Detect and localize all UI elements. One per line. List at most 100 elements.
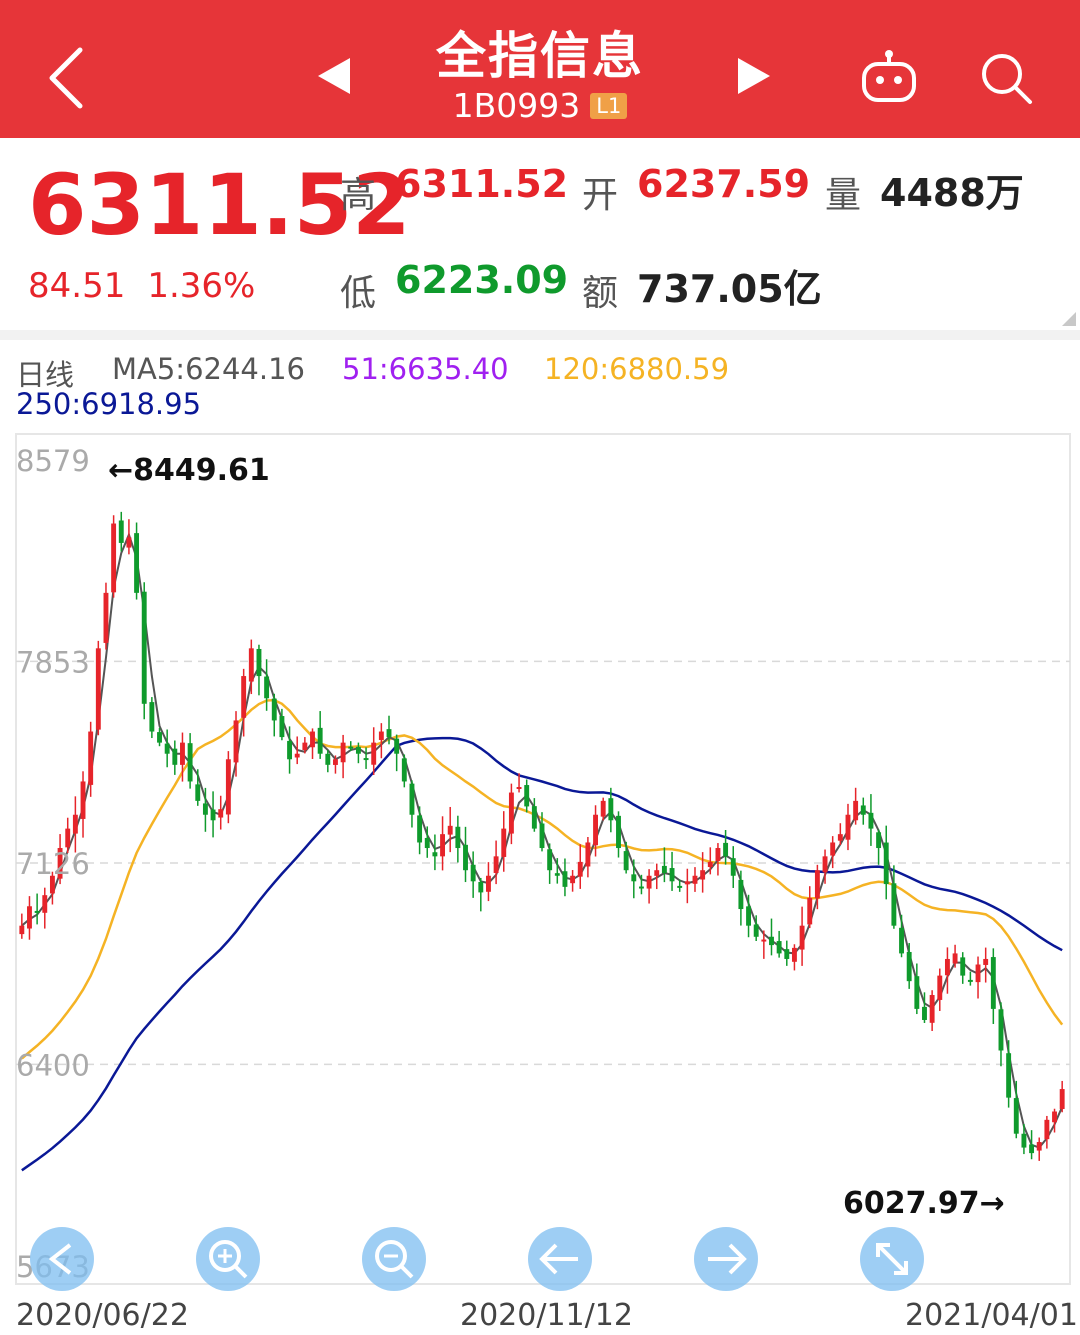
candle-body (225, 759, 231, 815)
low-value: 6223.09 (395, 258, 569, 302)
x-tick-end: 2021/04/01 (905, 1298, 1078, 1333)
scroll-right-button[interactable] (694, 1227, 758, 1291)
candle-body (1052, 1111, 1057, 1123)
open-label: 开 (582, 175, 619, 216)
x-tick-start: 2020/06/22 (16, 1298, 189, 1333)
candle-body (325, 753, 331, 765)
index-code-text: 1B0993 (452, 86, 581, 125)
candle-body (294, 753, 300, 758)
candle-body (363, 758, 369, 761)
candle-body (508, 792, 514, 834)
price-change: 84.51 1.36% (28, 266, 277, 306)
candle-body (990, 957, 996, 1009)
candle-body (669, 868, 675, 882)
candle-body (386, 729, 392, 738)
candle-body (814, 870, 820, 899)
search-icon[interactable] (978, 50, 1034, 106)
candle-body (118, 520, 124, 543)
candle-body (661, 865, 667, 873)
candle-body (1013, 1098, 1019, 1134)
high-label: 高 (340, 175, 377, 216)
zoom-out-icon (375, 1240, 414, 1279)
collapse-button[interactable] (30, 1227, 94, 1291)
candle-body (700, 870, 706, 880)
amount-value: 737.05亿 (637, 267, 822, 311)
scroll-left-button[interactable] (528, 1227, 592, 1291)
candle-body (417, 815, 423, 843)
candle-body (952, 953, 958, 964)
open-value: 6237.59 (637, 162, 811, 206)
zoom-out-button[interactable] (362, 1227, 426, 1291)
candle-body (677, 885, 683, 888)
collapse-icon (48, 1243, 72, 1275)
low-label: 低 (340, 273, 377, 314)
candle-body (348, 746, 354, 749)
candle-body (715, 848, 721, 861)
ma51-label: 51:6635.40 (342, 352, 509, 386)
candle-body (264, 676, 270, 699)
candle-body (80, 781, 86, 819)
candle-body (707, 861, 713, 867)
candle-body (103, 592, 109, 643)
candle-body (447, 825, 453, 835)
candle-body (868, 812, 874, 829)
candle-body (593, 814, 598, 846)
candle-body (608, 798, 614, 821)
candle-body (394, 738, 400, 754)
next-triangle-icon[interactable] (736, 58, 770, 94)
candle-body (600, 800, 606, 817)
candle-body (27, 906, 32, 929)
candle-body (769, 936, 774, 946)
zoom-in-button[interactable] (196, 1227, 260, 1291)
robot-icon[interactable] (858, 50, 920, 106)
candle-body (983, 958, 989, 965)
fullscreen-button[interactable] (860, 1227, 924, 1291)
candle-body (95, 648, 101, 730)
candle-body (271, 698, 277, 721)
change-percent: 1.36% (147, 266, 256, 306)
candle-body (638, 886, 644, 889)
candle-body (241, 676, 247, 718)
candle-body (746, 906, 751, 926)
candle-body (524, 785, 530, 807)
candle-body (19, 925, 25, 935)
candle-body (723, 842, 729, 857)
y-tick-label: 7126 (16, 847, 90, 881)
zoom-in-icon (209, 1240, 248, 1279)
candle-body (830, 842, 836, 856)
candle-body (72, 814, 78, 834)
candle-body (88, 731, 94, 785)
candle-body (310, 731, 315, 748)
candle-body (34, 910, 40, 913)
y-tick-label: 8579 (16, 444, 90, 478)
candle-body (1044, 1119, 1050, 1140)
candle-body (440, 834, 446, 857)
candle-body (631, 874, 637, 882)
candle-body (776, 941, 782, 954)
chart-frame (15, 433, 1071, 1285)
candle-body (738, 879, 744, 910)
ma250-line (21, 736, 1063, 1172)
candlestick-chart[interactable]: 85797853712664005673 (0, 420, 1080, 1300)
expand-corner-icon[interactable] (1062, 312, 1076, 326)
candle-body (256, 648, 262, 677)
change-value: 84.51 (28, 266, 126, 306)
candle-body (585, 842, 591, 867)
candle-body (134, 533, 140, 593)
candle-body (233, 720, 239, 763)
candle-body (478, 881, 484, 893)
candle-body (845, 814, 851, 840)
ma5-label: MA5:6244.16 (112, 352, 306, 386)
candle-body (853, 800, 859, 821)
candle-body (111, 523, 117, 593)
candle-body (799, 925, 805, 950)
candle-body (891, 883, 897, 926)
candle-body (914, 976, 920, 1009)
candle-body (149, 702, 155, 732)
candle-body (1029, 1144, 1035, 1154)
candle-body (486, 875, 491, 892)
candle-body (157, 732, 162, 743)
header-bar: 全指信息 1B0993 L1 (0, 0, 1080, 138)
candle-body (1006, 1053, 1012, 1098)
candle-body (539, 823, 545, 849)
